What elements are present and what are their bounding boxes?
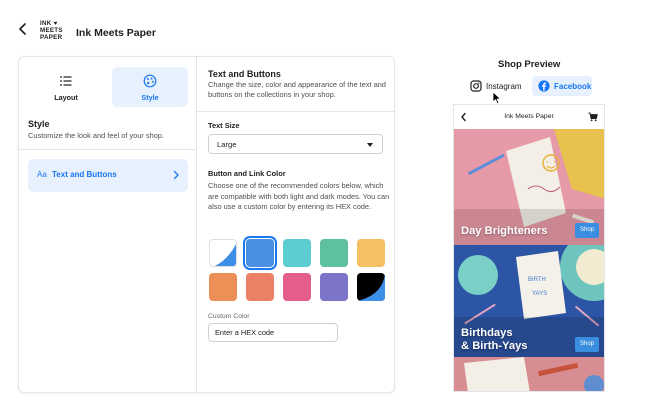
platform-label: Facebook bbox=[554, 82, 592, 91]
chevron-right-icon bbox=[173, 170, 179, 180]
custom-color-input[interactable] bbox=[208, 323, 338, 342]
facebook-icon bbox=[538, 80, 550, 92]
back-button[interactable] bbox=[16, 22, 30, 36]
layout-list-icon bbox=[60, 76, 72, 86]
button-link-color-description: Choose one of the recommended colors bel… bbox=[208, 181, 390, 212]
phone-preview: Ink Meets Paper Day Brighteners Shop BIR… bbox=[453, 104, 605, 392]
color-swatch[interactable] bbox=[320, 239, 348, 267]
collection-image bbox=[454, 357, 604, 391]
caret-down-icon bbox=[367, 143, 373, 147]
divider bbox=[19, 149, 197, 150]
phone-shop-title: Ink Meets Paper bbox=[504, 113, 554, 120]
text-style-icon: Aa bbox=[37, 170, 47, 179]
shop-button[interactable]: Shop bbox=[575, 223, 599, 238]
brand-logo: INK ♥ MEETS PAPER bbox=[40, 20, 66, 41]
button-link-color-label: Button and Link Color bbox=[208, 169, 286, 178]
color-swatch[interactable] bbox=[357, 239, 385, 267]
divider bbox=[197, 111, 394, 112]
collection-name-line: & Birth-Yays bbox=[461, 339, 528, 352]
collection-name: Birthdays & Birth-Yays bbox=[461, 327, 528, 352]
tab-style[interactable]: Style bbox=[112, 67, 188, 107]
card-illustration-text: BIRTH bbox=[528, 277, 546, 283]
phone-top-bar: Ink Meets Paper bbox=[454, 105, 604, 129]
shop-button[interactable]: Shop bbox=[575, 337, 599, 352]
section-description: Customize the look and feel of your shop… bbox=[28, 131, 164, 140]
shop-name: Ink Meets Paper bbox=[76, 27, 156, 39]
logo-line: INK ♥ bbox=[40, 20, 58, 27]
facebook-toggle[interactable]: Facebook bbox=[532, 76, 592, 96]
color-swatch[interactable] bbox=[357, 273, 385, 301]
swatch-split-fill bbox=[357, 273, 385, 301]
header: INK ♥ MEETS PAPER Ink Meets Paper bbox=[0, 0, 650, 56]
color-swatch[interactable] bbox=[320, 273, 348, 301]
text-size-select[interactable]: Large bbox=[208, 134, 383, 154]
right-pane: Text and Buttons Change the size, color … bbox=[197, 57, 394, 392]
panel-title: Text and Buttons bbox=[208, 69, 281, 79]
card-illustration-text: YAYS bbox=[532, 291, 547, 297]
preview-title: Shop Preview bbox=[498, 59, 561, 70]
collection-tile[interactable] bbox=[454, 357, 604, 391]
collection-tile[interactable]: BIRTH YAYS Birthdays & Birth-Yays Shop bbox=[454, 245, 604, 357]
text-size-value: Large bbox=[217, 140, 237, 149]
tab-bar: Layout Style bbox=[28, 67, 188, 109]
logo-line: PAPER bbox=[40, 34, 63, 41]
color-swatch[interactable] bbox=[283, 239, 311, 267]
panel-description: Change the size, color and appearance of… bbox=[208, 80, 386, 99]
collection-tile[interactable]: Day Brighteners Shop bbox=[454, 129, 604, 245]
custom-color-label: Custom Color bbox=[208, 313, 250, 320]
cart-icon[interactable] bbox=[588, 112, 598, 122]
color-swatch[interactable] bbox=[246, 273, 274, 301]
color-swatch[interactable] bbox=[209, 239, 237, 267]
nav-item-text-and-buttons[interactable]: Aa Text and Buttons bbox=[28, 159, 188, 192]
left-pane: Layout Style Style Customize the look an… bbox=[19, 57, 197, 392]
settings-card: Layout Style Style Customize the look an… bbox=[18, 56, 395, 393]
collection-name-line: Birthdays bbox=[461, 327, 513, 339]
tab-label: Style bbox=[141, 93, 159, 102]
logo-line: MEETS bbox=[40, 27, 63, 34]
nav-item-label: Text and Buttons bbox=[52, 170, 117, 179]
text-size-label: Text Size bbox=[208, 121, 240, 130]
color-swatch[interactable] bbox=[283, 273, 311, 301]
palette-icon bbox=[143, 74, 157, 88]
tab-label: Layout bbox=[54, 93, 78, 102]
tab-layout[interactable]: Layout bbox=[28, 67, 104, 107]
collection-name: Day Brighteners bbox=[461, 225, 548, 237]
swatch-split-fill bbox=[214, 244, 236, 266]
chevron-left-icon bbox=[19, 23, 26, 35]
color-swatch[interactable] bbox=[243, 236, 277, 270]
section-title: Style bbox=[28, 119, 50, 129]
platform-label: Instagram bbox=[486, 82, 522, 91]
color-swatch[interactable] bbox=[209, 273, 237, 301]
instagram-icon bbox=[470, 80, 482, 92]
mouse-cursor-icon bbox=[492, 91, 501, 105]
